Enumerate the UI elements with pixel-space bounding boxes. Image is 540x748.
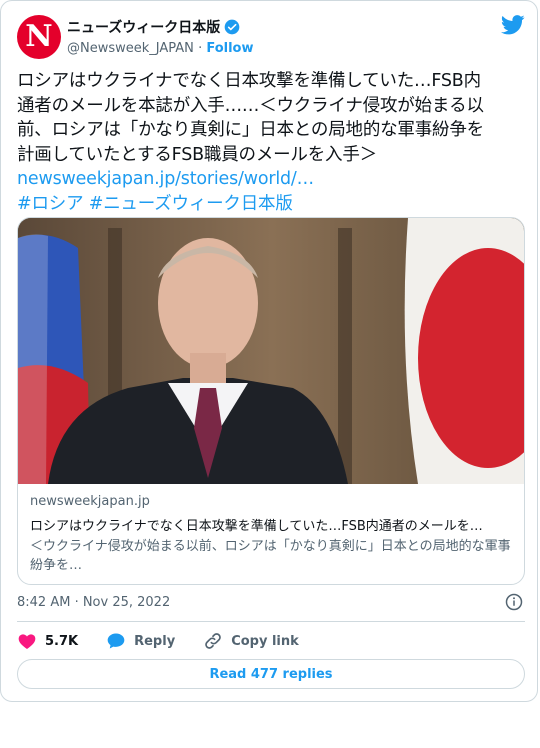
reply-button[interactable]: Reply [106,631,175,651]
card-description: ＜ウクライナ侵攻が始まる以前、ロシアは「かなり真剣に」日本との局地的な軍事紛争を… [30,539,511,573]
article-photo-illustration [18,218,524,484]
reply-label: Reply [134,633,176,649]
divider [17,621,525,622]
reply-bubble-icon [107,633,125,649]
twitter-bird-icon[interactable] [501,15,525,35]
separator: · [198,41,203,56]
action-bar: 5.7K Reply Copy link [17,629,525,653]
tweet-text-line: ロシアはウクライナでなく日本攻撃を準備していた…FSB内 [17,71,481,91]
follow-button[interactable]: Follow [206,41,253,56]
tweet-header: N ニューズウィーク日本版 @Newsweek_JAPAN · Follow [17,11,525,59]
account-names: ニューズウィーク日本版 @Newsweek_JAPAN · Follow [67,17,253,56]
link-card-meta: newsweekjapan.jp ロシアはウクライナでなく日本攻撃を準備していた… [30,494,516,575]
display-name-row[interactable]: ニューズウィーク日本版 [67,17,253,37]
avatar[interactable]: N [17,15,61,59]
read-replies-button[interactable]: Read 477 replies [17,659,525,689]
link-icon [205,633,221,649]
info-icon[interactable] [505,593,523,611]
tweet-text-line: 通者のメールを本誌が入手……＜ウクライナ侵攻が始まる以 [17,95,484,116]
avatar-letter: N [25,19,53,54]
article-link[interactable]: newsweekjapan.jp/stories/world/… [17,167,527,192]
card-domain: newsweekjapan.jp [30,494,150,509]
link-preview-card[interactable]: newsweekjapan.jp ロシアはウクライナでなく日本攻撃を準備していた… [17,217,525,585]
handle[interactable]: @Newsweek_JAPAN [67,41,194,56]
card-title: ロシアはウクライナでなく日本攻撃を準備していた…FSB内通者のメールを… [30,519,483,534]
article-photo[interactable] [18,218,524,484]
timestamp-row: 8:42 AM · Nov 25, 2022 [17,593,525,613]
copy-link-button[interactable]: Copy link [203,631,299,651]
read-replies-label: Read 477 replies [209,666,333,682]
like-count: 5.7K [45,633,79,649]
tweet-text-line: 計画していたとするFSB職員のメールを入手＞ [17,144,377,165]
like-button[interactable]: 5.7K [17,631,78,651]
copy-link-label: Copy link [231,633,299,649]
tweet-text: ロシアはウクライナでなく日本攻撃を準備していた…FSB内 通者のメールを本誌が入… [17,69,527,216]
display-name[interactable]: ニューズウィーク日本版 [67,17,220,37]
tweet-embed-card: N ニューズウィーク日本版 @Newsweek_JAPAN · Follow ロ… [0,0,538,702]
handle-row: @Newsweek_JAPAN · Follow [67,41,253,56]
verified-badge-icon [224,19,240,35]
hashtags[interactable]: #ロシア #ニューズウィーク日本版 [17,192,527,217]
timestamp[interactable]: 8:42 AM · Nov 25, 2022 [17,595,170,610]
heart-icon [18,634,36,649]
tweet-text-line: 前、ロシアは「かなり真剣に」日本との局地的な軍事紛争を [17,120,484,140]
